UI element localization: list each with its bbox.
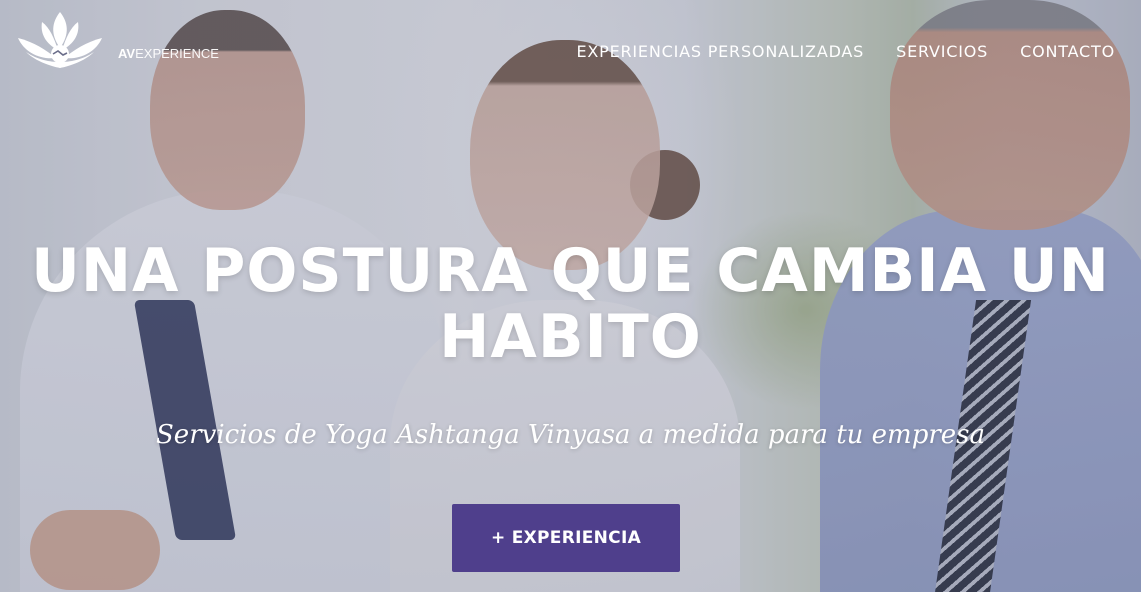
hero-section: AVEXPERIENCE EXPERIENCIAS PERSONALIZADAS… bbox=[0, 0, 1141, 592]
nav-item-servicios[interactable]: SERVICIOS bbox=[896, 42, 988, 61]
lotus-handshake-icon bbox=[18, 12, 102, 68]
experiencia-button[interactable]: + EXPERIENCIA bbox=[452, 504, 680, 572]
nav-item-contacto[interactable]: CONTACTO bbox=[1020, 42, 1115, 61]
nav-item-experiencias-personalizadas[interactable]: EXPERIENCIAS PERSONALIZADAS bbox=[576, 42, 864, 61]
brand-name: AVEXPERIENCE bbox=[118, 46, 219, 61]
hero-subtitle: Servicios de Yoga Ashtanga Vinyasa a med… bbox=[156, 420, 985, 450]
hero-headline-line1: UNA POSTURA QUE CAMBIA UN bbox=[31, 236, 1110, 306]
logo-link[interactable] bbox=[12, 8, 108, 68]
brand-name-short: AV bbox=[118, 46, 136, 61]
site-header: AVEXPERIENCE EXPERIENCIAS PERSONALIZADAS… bbox=[0, 0, 1141, 80]
hero-headline: UNA POSTURA QUE CAMBIA UN HABITO bbox=[0, 238, 1141, 370]
hero-headline-line2: HABITO bbox=[439, 302, 702, 372]
brand-name-rest: EXPERIENCE bbox=[135, 46, 219, 61]
main-nav: EXPERIENCIAS PERSONALIZADAS SERVICIOS CO… bbox=[576, 42, 1115, 61]
